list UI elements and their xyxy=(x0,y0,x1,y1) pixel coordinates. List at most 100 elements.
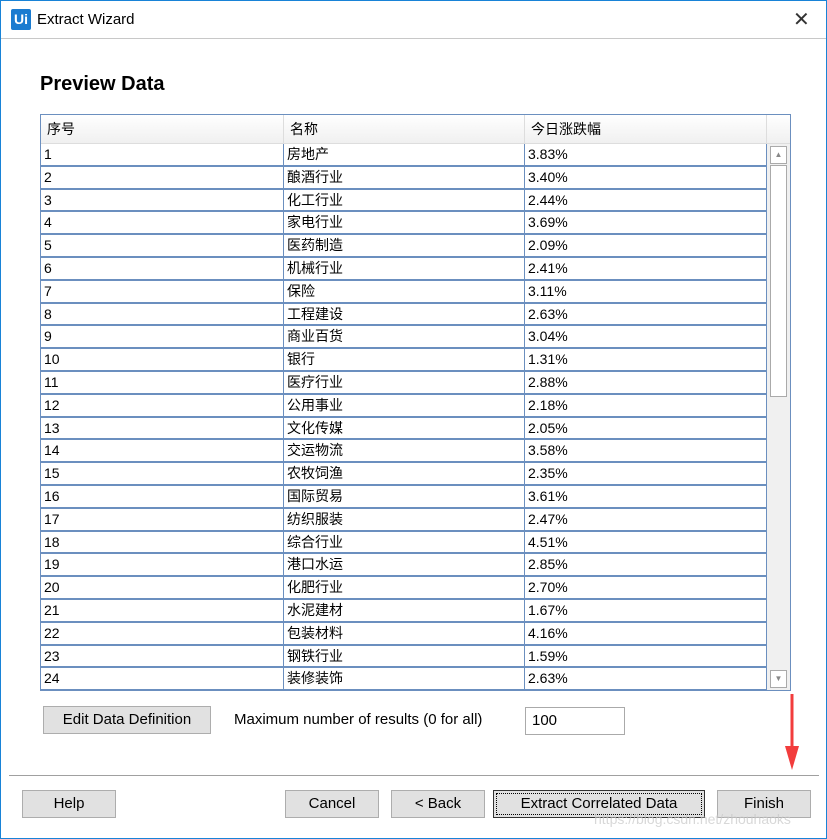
cell-name: 商业百货 xyxy=(284,326,525,350)
table-row[interactable]: 11 医疗行业 2.88% xyxy=(41,372,767,395)
cell-change: 2.63% xyxy=(525,668,767,690)
table-row[interactable]: 3 化工行业 2.44% xyxy=(41,189,767,213)
cell-index: 8 xyxy=(41,303,284,327)
cell-name: 综合行业 xyxy=(284,531,525,555)
table-row[interactable]: 24 装修装饰 2.63% xyxy=(41,668,767,690)
cell-index: 4 xyxy=(41,212,284,236)
table-row[interactable]: 22 包装材料 4.16% xyxy=(41,622,767,646)
cell-index: 3 xyxy=(41,189,284,213)
cell-change: 2.35% xyxy=(525,463,767,486)
cell-change: 3.58% xyxy=(525,440,767,464)
cell-change: 2.63% xyxy=(525,303,767,327)
cell-change: 3.04% xyxy=(525,326,767,350)
cell-name: 国际贸易 xyxy=(284,486,525,509)
cell-change: 3.69% xyxy=(525,212,767,236)
table-row[interactable]: 18 综合行业 4.51% xyxy=(41,531,767,555)
cell-name: 工程建设 xyxy=(284,303,525,327)
scroll-up-icon[interactable]: ▲ xyxy=(770,146,787,164)
table-row[interactable]: 15 农牧饲渔 2.35% xyxy=(41,463,767,486)
cell-name: 钢铁行业 xyxy=(284,645,525,669)
cell-change: 3.40% xyxy=(525,166,767,190)
column-header-name[interactable]: 名称 xyxy=(284,115,525,144)
footer-divider xyxy=(9,775,819,776)
table-row[interactable]: 6 机械行业 2.41% xyxy=(41,258,767,281)
cell-index: 21 xyxy=(41,600,284,623)
cell-change: 2.05% xyxy=(525,417,767,441)
table-row[interactable]: 5 医药制造 2.09% xyxy=(41,235,767,258)
table-row[interactable]: 21 水泥建材 1.67% xyxy=(41,600,767,623)
back-button[interactable]: < Back xyxy=(391,790,485,818)
table-row[interactable]: 17 纺织服装 2.47% xyxy=(41,508,767,532)
max-results-label: Maximum number of results (0 for all) xyxy=(234,711,483,728)
cell-name: 交运物流 xyxy=(284,440,525,464)
scroll-down-icon[interactable]: ▼ xyxy=(770,670,787,688)
cell-index: 18 xyxy=(41,531,284,555)
cell-change: 3.11% xyxy=(525,280,767,304)
close-icon[interactable]: ✕ xyxy=(793,7,810,32)
cell-name: 机械行业 xyxy=(284,258,525,281)
cell-change: 1.59% xyxy=(525,645,767,669)
cell-change: 2.18% xyxy=(525,394,767,418)
cell-change: 2.85% xyxy=(525,554,767,578)
red-arrow-annotation-icon xyxy=(785,694,799,770)
table-row[interactable]: 9 商业百货 3.04% xyxy=(41,326,767,350)
cell-index: 11 xyxy=(41,372,284,395)
column-header-index[interactable]: 序号 xyxy=(41,115,284,144)
cell-change: 2.47% xyxy=(525,508,767,532)
cell-index: 2 xyxy=(41,166,284,190)
cell-index: 12 xyxy=(41,394,284,418)
table-row[interactable]: 1 房地产 3.83% xyxy=(41,144,767,167)
vertical-scrollbar[interactable]: ▲ ▼ xyxy=(767,144,790,690)
cell-change: 3.83% xyxy=(525,144,767,167)
cell-name: 包装材料 xyxy=(284,622,525,646)
table-row[interactable]: 23 钢铁行业 1.59% xyxy=(41,645,767,669)
uipath-logo: Ui xyxy=(11,9,31,30)
cell-change: 1.31% xyxy=(525,349,767,372)
table-row[interactable]: 12 公用事业 2.18% xyxy=(41,394,767,418)
cancel-button[interactable]: Cancel xyxy=(285,790,379,818)
column-header-change[interactable]: 今日涨跌幅 xyxy=(525,115,767,144)
table-row[interactable]: 14 交运物流 3.58% xyxy=(41,440,767,464)
cell-name: 酿酒行业 xyxy=(284,166,525,190)
cell-index: 15 xyxy=(41,463,284,486)
cell-index: 19 xyxy=(41,554,284,578)
table-row[interactable]: 10 银行 1.31% xyxy=(41,349,767,372)
max-results-input[interactable]: 100 xyxy=(525,707,625,735)
page-title: Preview Data xyxy=(40,73,165,95)
table-row[interactable]: 19 港口水运 2.85% xyxy=(41,554,767,578)
cell-index: 16 xyxy=(41,486,284,509)
edit-data-definition-button[interactable]: Edit Data Definition xyxy=(43,706,211,734)
cell-index: 20 xyxy=(41,577,284,600)
cell-name: 化工行业 xyxy=(284,189,525,213)
cell-change: 1.67% xyxy=(525,600,767,623)
cell-name: 装修装饰 xyxy=(284,668,525,690)
window-title: Extract Wizard xyxy=(37,11,135,28)
table-row[interactable]: 4 家电行业 3.69% xyxy=(41,212,767,236)
help-button[interactable]: Help xyxy=(22,790,116,818)
table-row[interactable]: 16 国际贸易 3.61% xyxy=(41,486,767,509)
scroll-thumb[interactable] xyxy=(770,165,787,397)
table-row[interactable]: 8 工程建设 2.63% xyxy=(41,303,767,327)
cell-name: 保险 xyxy=(284,280,525,304)
cell-change: 2.44% xyxy=(525,189,767,213)
preview-table: 序号 名称 今日涨跌幅 1 房地产 3.83% 2 酿酒行业 3.40% 3 化工行业 2.44… xyxy=(40,114,791,691)
table-row[interactable]: 7 保险 3.11% xyxy=(41,280,767,304)
cell-name: 化肥行业 xyxy=(284,577,525,600)
cell-name: 银行 xyxy=(284,349,525,372)
cell-index: 23 xyxy=(41,645,284,669)
cell-name: 港口水运 xyxy=(284,554,525,578)
cell-index: 7 xyxy=(41,280,284,304)
cell-index: 13 xyxy=(41,417,284,441)
cell-name: 纺织服装 xyxy=(284,508,525,532)
cell-name: 公用事业 xyxy=(284,394,525,418)
table-row[interactable]: 13 文化传媒 2.05% xyxy=(41,417,767,441)
cell-index: 14 xyxy=(41,440,284,464)
cell-index: 5 xyxy=(41,235,284,258)
cell-index: 24 xyxy=(41,668,284,690)
cell-name: 农牧饲渔 xyxy=(284,463,525,486)
cell-change: 3.61% xyxy=(525,486,767,509)
table-row[interactable]: 20 化肥行业 2.70% xyxy=(41,577,767,600)
table-row[interactable]: 2 酿酒行业 3.40% xyxy=(41,166,767,190)
watermark: https://blog.csdn.net/zhouhaoks xyxy=(594,811,791,827)
cell-index: 9 xyxy=(41,326,284,350)
